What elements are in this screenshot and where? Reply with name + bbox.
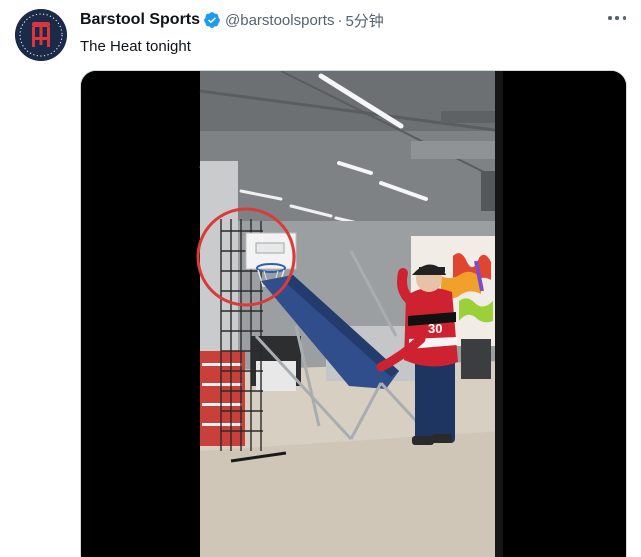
tweet-header: Barstool Sports @barstoolsports · 5分钟	[80, 10, 384, 30]
jersey-number: 30	[428, 321, 442, 336]
timestamp[interactable]: 5分钟	[345, 10, 383, 31]
user-handle[interactable]: @barstoolsports	[225, 12, 334, 29]
barstool-stool-icon	[15, 9, 67, 61]
more-options-icon[interactable]	[608, 11, 626, 25]
tweet-text: The Heat tonight	[80, 38, 191, 55]
tweet[interactable]: Barstool Sports @barstoolsports · 5分钟 Th…	[0, 0, 641, 557]
video-frame: 30	[81, 71, 626, 557]
display-name[interactable]: Barstool Sports	[80, 11, 200, 29]
verified-badge-icon	[203, 11, 221, 29]
separator-dot: ·	[337, 11, 343, 29]
avatar[interactable]	[15, 9, 67, 61]
video-player[interactable]: 30	[80, 70, 627, 557]
